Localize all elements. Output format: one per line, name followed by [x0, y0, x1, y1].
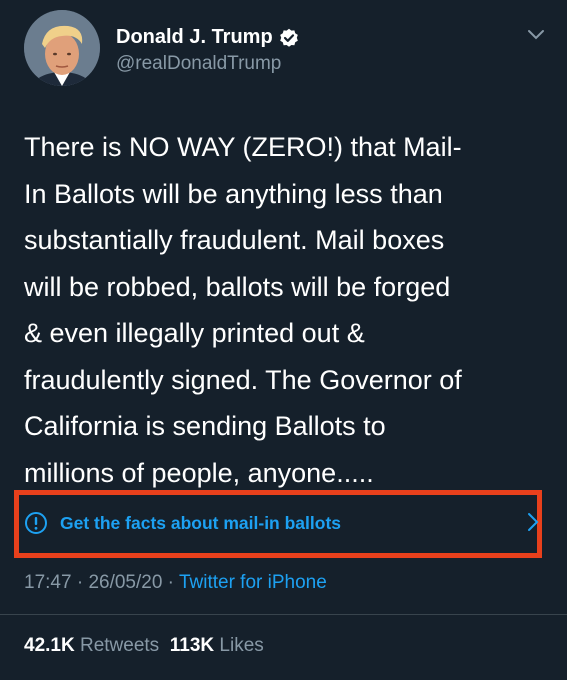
likes-label: Likes [219, 635, 264, 656]
tweet-text-line: fraudulently signed. The Governor of [24, 364, 462, 395]
tweet-source-link[interactable]: Twitter for iPhone [179, 572, 327, 593]
retweets-stat[interactable]: 42.1K Retweets [24, 635, 159, 656]
likes-stat[interactable]: 113K Likes [170, 635, 264, 656]
tweet-text-line: California is sending Ballots to [24, 411, 386, 441]
retweets-count: 42.1K [24, 635, 75, 656]
likes-count: 113K [169, 635, 215, 656]
tweet-text-line: substantially fraudulent. Mail boxes [24, 225, 445, 255]
avatar[interactable] [24, 10, 100, 86]
chevron-down-icon[interactable] [527, 28, 545, 42]
tweet-date: 26/05/20 [88, 572, 163, 593]
fact-check-label[interactable]: Get the facts about mail-in ballots [60, 513, 341, 534]
tweet-card: Donald J. Trump @realDonaldTrump There i… [0, 0, 567, 680]
tweet-text: There is NO WAY (ZERO!) that Mail- In Ba… [24, 124, 549, 496]
meta-separator: · [71, 572, 89, 593]
tweet-stats: 42.1K Retweets 113K Likes [24, 635, 264, 657]
meta-separator: · [162, 572, 179, 593]
user-handle[interactable]: @realDonaldTrump [116, 53, 281, 75]
tweet-text-line: There is NO WAY (ZERO!) that Mail- [24, 132, 462, 162]
tweet-text-line: will be robbed, ballots will be forged [24, 271, 451, 302]
tweet-meta: 17:47 · 26/05/20 · Twitter for iPhone [24, 572, 327, 594]
display-name[interactable]: Donald J. Trump [116, 26, 273, 49]
tweet-text-line: In Ballots will be anything less than [24, 178, 443, 209]
chevron-right-icon[interactable] [527, 512, 539, 532]
author-name-row[interactable]: Donald J. Trump [116, 26, 299, 49]
fact-check-link[interactable]: Get the facts about mail-in ballots [24, 503, 544, 543]
info-icon [25, 512, 47, 534]
retweets-label: Retweets [79, 635, 160, 656]
tweet-text-line: & even illegally printed out & [24, 318, 365, 348]
divider [0, 614, 567, 615]
tweet-time: 17:47 [24, 572, 72, 593]
avatar-image [24, 10, 100, 86]
verified-badge-icon [279, 28, 298, 47]
